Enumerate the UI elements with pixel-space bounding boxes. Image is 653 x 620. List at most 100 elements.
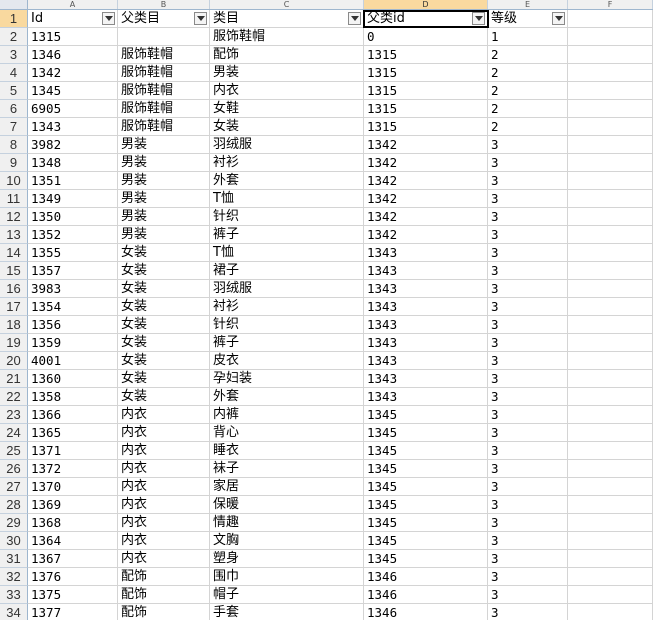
- row-number[interactable]: 9: [0, 154, 28, 172]
- column-header-e[interactable]: E: [488, 0, 568, 9]
- cell-a[interactable]: 1356: [28, 316, 118, 334]
- cell-b[interactable]: 女装: [118, 316, 210, 334]
- cell-f[interactable]: [568, 46, 653, 64]
- cell-b[interactable]: 服饰鞋帽: [118, 82, 210, 100]
- cell-e[interactable]: 3: [488, 604, 568, 620]
- cell-d[interactable]: 1345: [364, 532, 488, 550]
- cell-b[interactable]: 女装: [118, 334, 210, 352]
- cell-e[interactable]: 3: [488, 406, 568, 424]
- column-header-c[interactable]: C: [210, 0, 364, 9]
- cell-f[interactable]: [568, 532, 653, 550]
- cell-c[interactable]: 外套: [210, 172, 364, 190]
- cell-b[interactable]: 内衣: [118, 478, 210, 496]
- cell-e[interactable]: 3: [488, 442, 568, 460]
- cell-f[interactable]: [568, 82, 653, 100]
- cell-b[interactable]: 服饰鞋帽: [118, 46, 210, 64]
- cell-d[interactable]: 1343: [364, 280, 488, 298]
- cell-d[interactable]: 1343: [364, 316, 488, 334]
- cell-a[interactable]: 1375: [28, 586, 118, 604]
- cell-f[interactable]: [568, 496, 653, 514]
- row-number[interactable]: 15: [0, 262, 28, 280]
- cell-f[interactable]: [568, 262, 653, 280]
- cell-a[interactable]: 1355: [28, 244, 118, 262]
- cell-a[interactable]: 1364: [28, 532, 118, 550]
- cell-d[interactable]: 1342: [364, 190, 488, 208]
- row-number[interactable]: 27: [0, 478, 28, 496]
- cell-d[interactable]: 1315: [364, 46, 488, 64]
- cell-b[interactable]: 内衣: [118, 406, 210, 424]
- cell-f[interactable]: [568, 514, 653, 532]
- row-number[interactable]: 13: [0, 226, 28, 244]
- column-header-a[interactable]: A: [28, 0, 118, 9]
- cell-d[interactable]: 1343: [364, 388, 488, 406]
- cell-a[interactable]: 3982: [28, 136, 118, 154]
- row-number[interactable]: 1: [0, 10, 28, 28]
- cell-e[interactable]: 3: [488, 424, 568, 442]
- cell-d[interactable]: 1343: [364, 334, 488, 352]
- cell-c[interactable]: 袜子: [210, 460, 364, 478]
- row-number[interactable]: 2: [0, 28, 28, 46]
- column-header-d[interactable]: D: [364, 0, 488, 9]
- row-number[interactable]: 4: [0, 64, 28, 82]
- cell-d[interactable]: 1343: [364, 244, 488, 262]
- cell-f[interactable]: [568, 424, 653, 442]
- cell-d[interactable]: 1315: [364, 100, 488, 118]
- cell-d[interactable]: 1346: [364, 604, 488, 620]
- cell-c[interactable]: 女装: [210, 118, 364, 136]
- cell-c[interactable]: 孕妇装: [210, 370, 364, 388]
- spreadsheet-grid[interactable]: ABCDEF 1 Id 父类目 类目 父类id 等级 2 1315 服饰鞋帽 0 1 3 1346 服饰鞋…: [0, 0, 653, 620]
- cell-c[interactable]: T恤: [210, 190, 364, 208]
- cell-f[interactable]: [568, 28, 653, 46]
- cell-f[interactable]: [568, 10, 653, 28]
- cell-f[interactable]: [568, 334, 653, 352]
- cell-e[interactable]: 3: [488, 532, 568, 550]
- cell-f[interactable]: [568, 154, 653, 172]
- cell-e[interactable]: 3: [488, 298, 568, 316]
- cell-f[interactable]: [568, 442, 653, 460]
- cell-f[interactable]: [568, 406, 653, 424]
- cell-c[interactable]: 塑身: [210, 550, 364, 568]
- row-number[interactable]: 33: [0, 586, 28, 604]
- cell-f[interactable]: [568, 604, 653, 620]
- cell-e[interactable]: 3: [488, 568, 568, 586]
- cell-a[interactable]: 1369: [28, 496, 118, 514]
- row-number[interactable]: 21: [0, 370, 28, 388]
- cell-d[interactable]: 1343: [364, 370, 488, 388]
- cell-a[interactable]: 1359: [28, 334, 118, 352]
- cell-c[interactable]: 帽子: [210, 586, 364, 604]
- filter-dropdown-icon[interactable]: [102, 12, 115, 25]
- cell-b[interactable]: 内衣: [118, 424, 210, 442]
- cell-c[interactable]: 衬衫: [210, 154, 364, 172]
- cell-c[interactable]: 服饰鞋帽: [210, 28, 364, 46]
- cell-a[interactable]: 1358: [28, 388, 118, 406]
- cell-b[interactable]: 女装: [118, 370, 210, 388]
- cell-b[interactable]: 内衣: [118, 496, 210, 514]
- cell-a[interactable]: 1345: [28, 82, 118, 100]
- cell-b[interactable]: 女装: [118, 262, 210, 280]
- row-number[interactable]: 26: [0, 460, 28, 478]
- cell-b[interactable]: 内衣: [118, 514, 210, 532]
- cell-b[interactable]: 男装: [118, 226, 210, 244]
- cell-b[interactable]: 男装: [118, 154, 210, 172]
- cell-e[interactable]: 3: [488, 280, 568, 298]
- cell-a[interactable]: 1357: [28, 262, 118, 280]
- row-number[interactable]: 8: [0, 136, 28, 154]
- row-number[interactable]: 11: [0, 190, 28, 208]
- filter-dropdown-icon[interactable]: [552, 12, 565, 25]
- cell-d[interactable]: 父类id: [364, 10, 488, 28]
- cell-d[interactable]: 1345: [364, 496, 488, 514]
- cell-e[interactable]: 2: [488, 82, 568, 100]
- cell-f[interactable]: [568, 64, 653, 82]
- cell-f[interactable]: [568, 352, 653, 370]
- cell-b[interactable]: 男装: [118, 136, 210, 154]
- filter-dropdown-icon[interactable]: [472, 12, 485, 25]
- cell-a[interactable]: 1343: [28, 118, 118, 136]
- cell-e[interactable]: 3: [488, 226, 568, 244]
- cell-b[interactable]: 男装: [118, 190, 210, 208]
- cell-a[interactable]: 1366: [28, 406, 118, 424]
- cell-c[interactable]: 保暖: [210, 496, 364, 514]
- cell-b[interactable]: 内衣: [118, 442, 210, 460]
- cell-a[interactable]: 1351: [28, 172, 118, 190]
- cell-a[interactable]: 1371: [28, 442, 118, 460]
- cell-f[interactable]: [568, 190, 653, 208]
